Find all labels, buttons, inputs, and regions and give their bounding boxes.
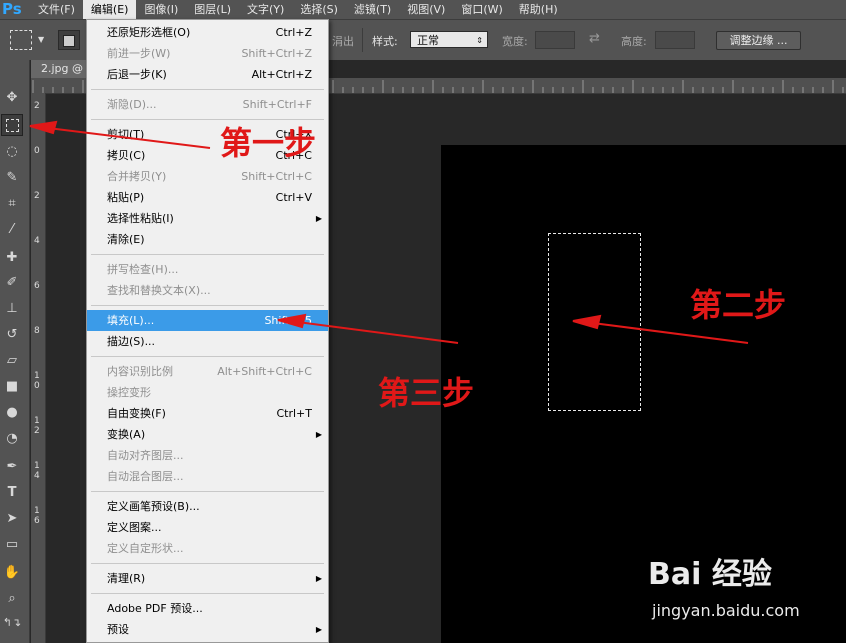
arrowhead-step2 bbox=[572, 314, 602, 330]
annotation-step2: 第二步 bbox=[690, 286, 787, 324]
arrowhead-step3 bbox=[277, 313, 307, 329]
baidu-watermark: Bai 经验 jingyan.baidu.com bbox=[648, 547, 838, 627]
arrow-step1 bbox=[39, 126, 211, 149]
arrow-step3 bbox=[289, 320, 459, 344]
annotation-step1: 第一步 bbox=[220, 124, 317, 162]
watermark-brand: Bai 经验 bbox=[648, 557, 772, 592]
watermark-url: jingyan.baidu.com bbox=[652, 601, 800, 620]
annotation-step3: 第三步 bbox=[378, 374, 475, 412]
arrowhead-step1 bbox=[29, 120, 58, 135]
